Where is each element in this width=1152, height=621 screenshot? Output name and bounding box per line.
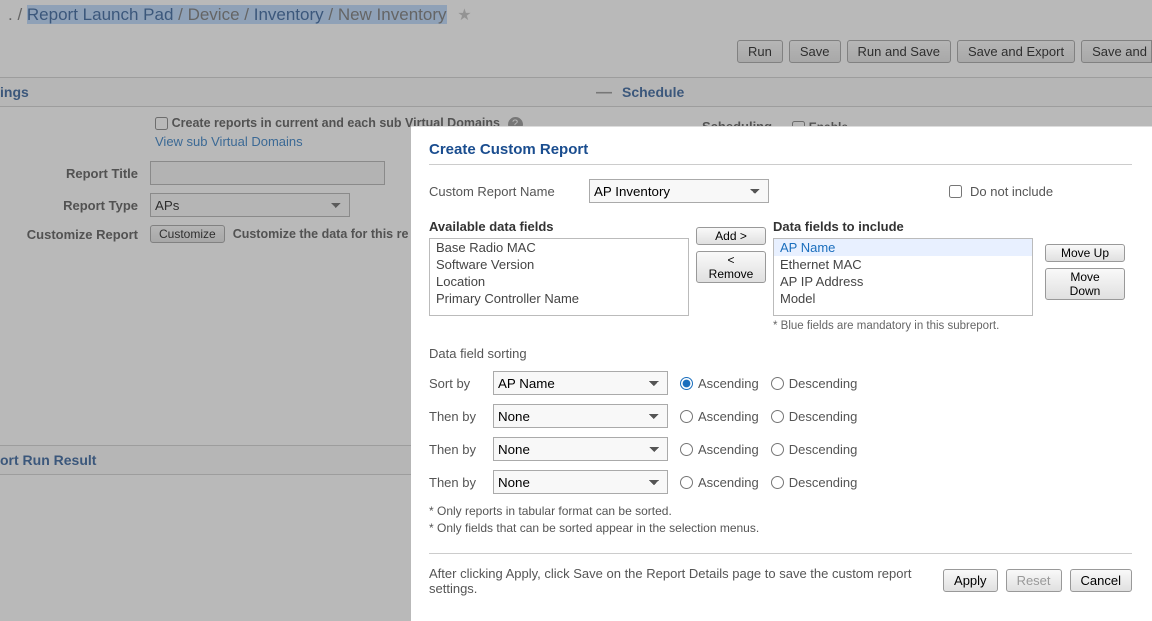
then-by-1-label: Then by: [429, 409, 485, 424]
tabular-only-note: * Only reports in tabular format can be …: [429, 503, 1132, 520]
list-item[interactable]: Location: [430, 273, 688, 290]
then-by-2-select[interactable]: None: [493, 437, 668, 461]
sort4-desc-radio[interactable]: [771, 476, 784, 489]
list-item[interactable]: AP Name: [774, 239, 1032, 256]
sort-by-label: Sort by: [429, 376, 485, 391]
reset-button[interactable]: Reset: [1006, 569, 1062, 592]
move-up-button[interactable]: Move Up: [1045, 244, 1125, 262]
move-down-button[interactable]: Move Down: [1045, 268, 1125, 300]
list-item[interactable]: Primary Controller Name: [430, 290, 688, 307]
custom-report-name-select[interactable]: AP Inventory: [589, 179, 769, 203]
do-not-include-checkbox[interactable]: [949, 185, 962, 198]
do-not-include-label: Do not include: [970, 184, 1053, 199]
then-by-3-select[interactable]: None: [493, 470, 668, 494]
custom-report-name-label: Custom Report Name: [429, 184, 589, 199]
footer-message: After clicking Apply, click Save on the …: [429, 566, 943, 596]
sort1-asc-radio[interactable]: [680, 377, 693, 390]
sort3-desc-radio[interactable]: [771, 443, 784, 456]
data-field-sorting-label: Data field sorting: [429, 346, 1132, 361]
create-custom-report-modal: Create Custom Report Custom Report Name …: [411, 126, 1152, 621]
sort-by-select[interactable]: AP Name: [493, 371, 668, 395]
mandatory-fields-note: * Blue fields are mandatory in this subr…: [773, 320, 1033, 332]
included-fields-label: Data fields to include: [773, 219, 1033, 234]
available-fields-label: Available data fields: [429, 219, 689, 234]
add-field-button[interactable]: Add >: [696, 227, 766, 245]
available-fields-listbox[interactable]: Base Radio MAC Software Version Location…: [429, 238, 689, 316]
list-item[interactable]: Base Radio MAC: [430, 239, 688, 256]
then-by-3-label: Then by: [429, 475, 485, 490]
apply-button[interactable]: Apply: [943, 569, 998, 592]
sortable-fields-note: * Only fields that can be sorted appear …: [429, 520, 1132, 537]
sort2-desc-radio[interactable]: [771, 410, 784, 423]
sort3-asc-radio[interactable]: [680, 443, 693, 456]
sort2-asc-radio[interactable]: [680, 410, 693, 423]
list-item[interactable]: AP IP Address: [774, 273, 1032, 290]
modal-title: Create Custom Report: [429, 141, 1132, 165]
cancel-button[interactable]: Cancel: [1070, 569, 1132, 592]
sort1-desc-radio[interactable]: [771, 377, 784, 390]
list-item[interactable]: Ethernet MAC: [774, 256, 1032, 273]
sort4-asc-radio[interactable]: [680, 476, 693, 489]
list-item[interactable]: Software Version: [430, 256, 688, 273]
then-by-1-select[interactable]: None: [493, 404, 668, 428]
remove-field-button[interactable]: < Remove: [696, 251, 766, 283]
then-by-2-label: Then by: [429, 442, 485, 457]
list-item[interactable]: Model: [774, 290, 1032, 307]
included-fields-listbox[interactable]: AP Name Ethernet MAC AP IP Address Model: [773, 238, 1033, 316]
